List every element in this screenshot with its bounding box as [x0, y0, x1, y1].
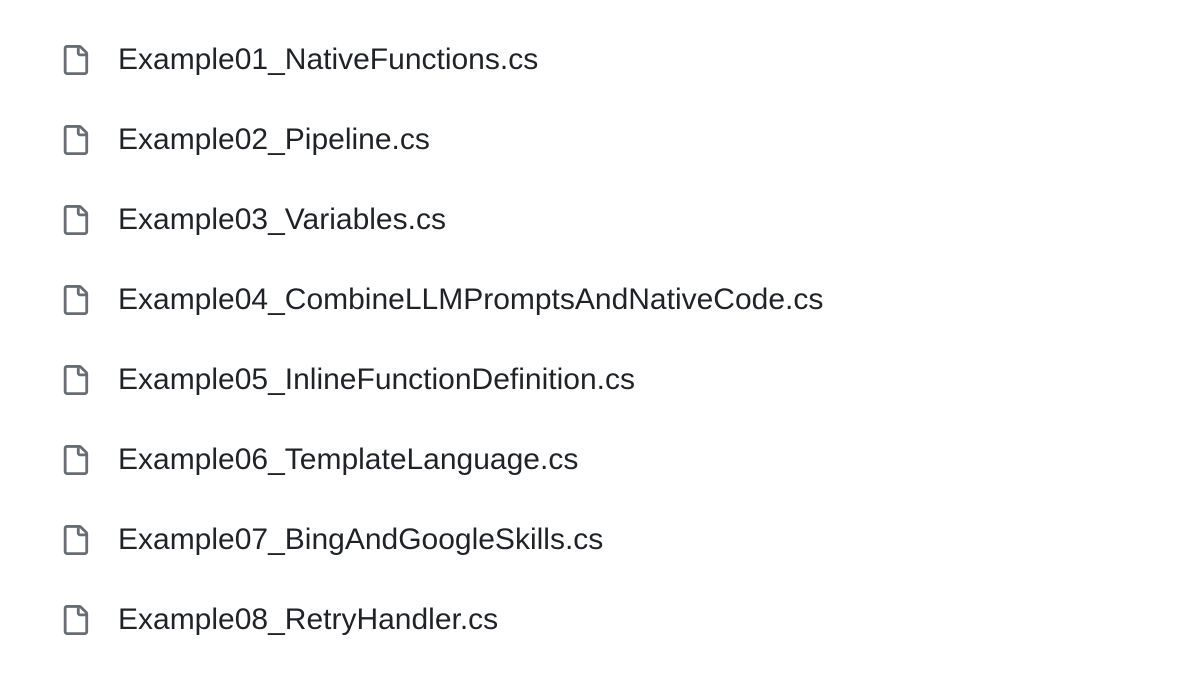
- file-row[interactable]: Example07_BingAndGoogleSkills.cs: [60, 500, 1200, 580]
- file-list: Example01_NativeFunctions.cs Example02_P…: [60, 20, 1200, 660]
- file-icon: [60, 602, 90, 638]
- file-link[interactable]: Example06_TemplateLanguage.cs: [118, 442, 578, 478]
- file-icon: [60, 442, 90, 478]
- file-row[interactable]: Example05_InlineFunctionDefinition.cs: [60, 340, 1200, 420]
- file-row[interactable]: Example06_TemplateLanguage.cs: [60, 420, 1200, 500]
- file-link[interactable]: Example02_Pipeline.cs: [118, 122, 430, 158]
- file-row[interactable]: Example08_RetryHandler.cs: [60, 580, 1200, 660]
- file-icon: [60, 522, 90, 558]
- file-row[interactable]: Example01_NativeFunctions.cs: [60, 20, 1200, 100]
- file-link[interactable]: Example05_InlineFunctionDefinition.cs: [118, 362, 635, 398]
- file-link[interactable]: Example03_Variables.cs: [118, 202, 446, 238]
- file-row[interactable]: Example03_Variables.cs: [60, 180, 1200, 260]
- file-link[interactable]: Example08_RetryHandler.cs: [118, 602, 498, 638]
- file-icon: [60, 42, 90, 78]
- file-icon: [60, 122, 90, 158]
- file-icon: [60, 282, 90, 318]
- file-link[interactable]: Example07_BingAndGoogleSkills.cs: [118, 522, 603, 558]
- file-icon: [60, 202, 90, 238]
- file-row[interactable]: Example02_Pipeline.cs: [60, 100, 1200, 180]
- file-link[interactable]: Example01_NativeFunctions.cs: [118, 42, 538, 78]
- file-row[interactable]: Example04_CombineLLMPromptsAndNativeCode…: [60, 260, 1200, 340]
- file-icon: [60, 362, 90, 398]
- file-link[interactable]: Example04_CombineLLMPromptsAndNativeCode…: [118, 282, 823, 318]
